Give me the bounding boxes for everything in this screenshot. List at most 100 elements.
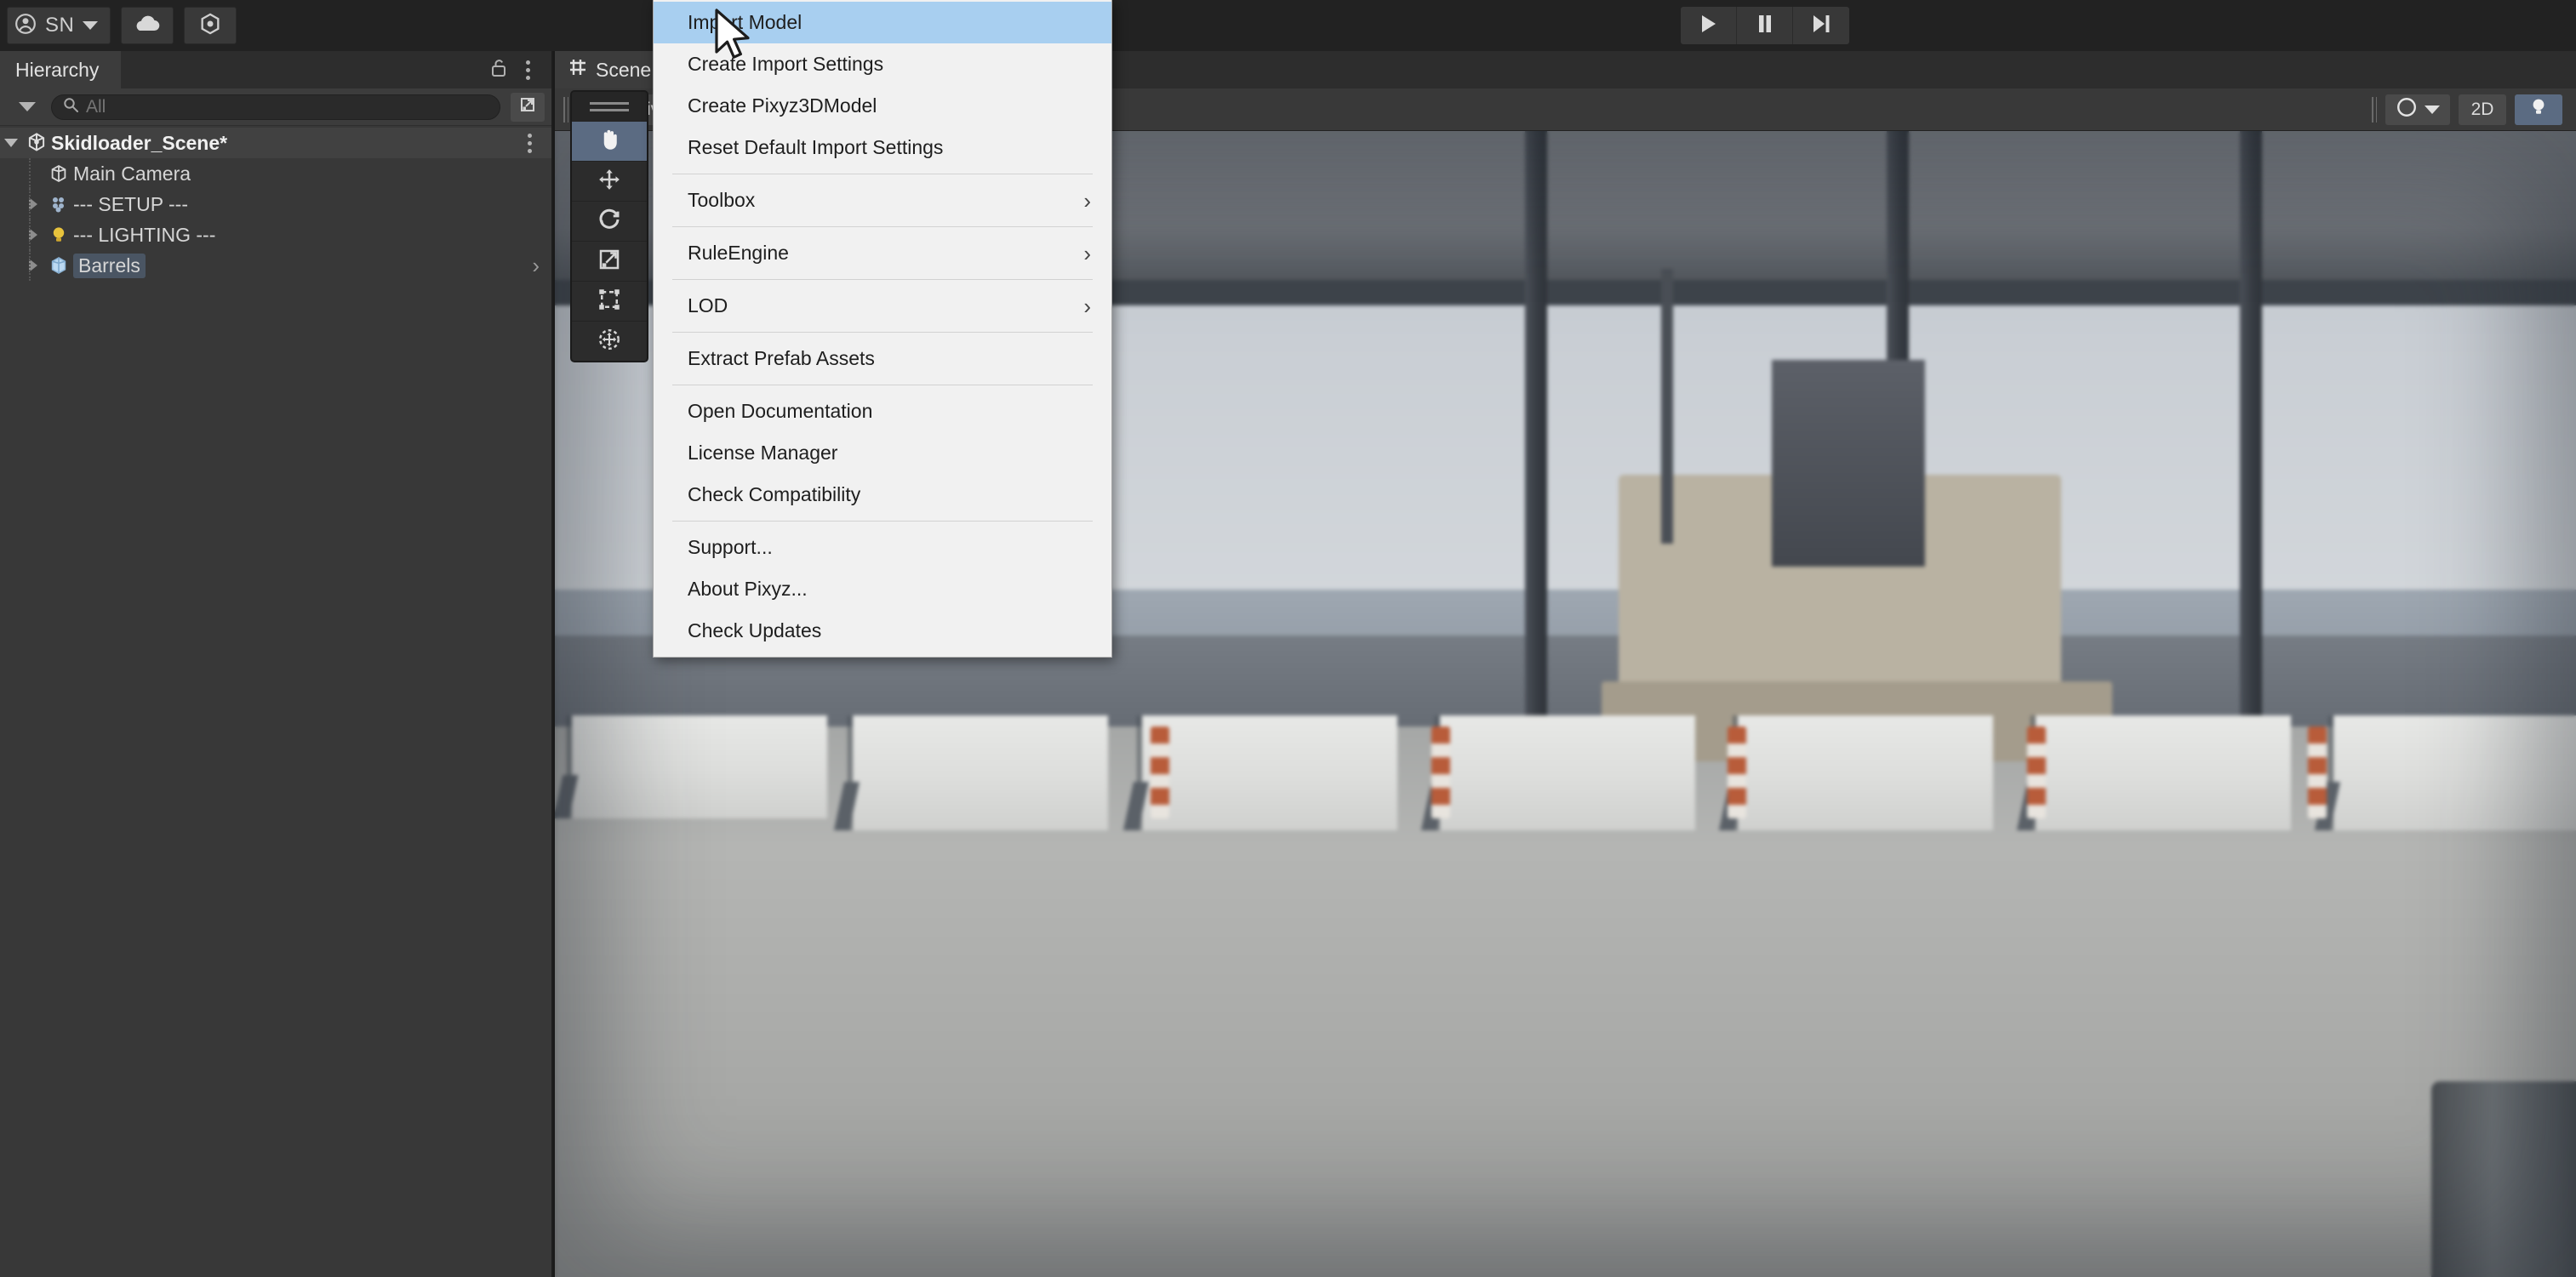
scene-toolbar-right-grip[interactable] (2372, 97, 2377, 123)
pixyz-dropdown-menu: Import Model Create Import Settings Crea… (653, 0, 1112, 658)
scene-traffic-cone (1728, 727, 1746, 818)
scale-tool-button[interactable] (572, 241, 647, 281)
hierarchy-popout-button[interactable] (511, 93, 545, 122)
package-settings-button[interactable] (184, 7, 237, 44)
step-button[interactable] (1793, 7, 1849, 44)
hierarchy-kebab-menu-icon[interactable] (519, 60, 536, 80)
scene-grid-icon (568, 58, 587, 82)
scene-barrier (853, 715, 1108, 830)
menu-item-label: About Pixyz... (688, 578, 808, 601)
shading-mode-dropdown[interactable] (2385, 94, 2450, 125)
menu-separator (672, 226, 1093, 227)
menu-item-reset-default-import-settings[interactable]: Reset Default Import Settings (654, 127, 1111, 168)
play-button[interactable] (1681, 7, 1737, 44)
gameobject-group-icon (44, 194, 73, 214)
menu-item-check-updates[interactable]: Check Updates (654, 610, 1111, 652)
menu-item-check-compatibility[interactable]: Check Compatibility (654, 474, 1111, 516)
menu-item-create-import-settings[interactable]: Create Import Settings (654, 43, 1111, 85)
top-toolbar: SN (0, 0, 2576, 51)
chevron-down-icon (83, 21, 98, 30)
tree-guide-line (29, 158, 31, 189)
tree-item-main-camera[interactable]: Main Camera (0, 158, 551, 189)
expand-collapse-toggle[interactable] (0, 139, 22, 147)
hierarchy-tree: Skidloader_Scene* Main Camera --- SETUP … (0, 126, 551, 281)
scene-row-kebab-menu-icon[interactable] (521, 134, 538, 153)
menu-item-label: License Manager (688, 442, 837, 465)
package-settings-icon (198, 12, 222, 40)
expand-collapse-toggle[interactable] (22, 228, 44, 242)
expand-collapse-toggle[interactable] (22, 259, 44, 272)
menu-item-support[interactable]: Support... (654, 527, 1111, 568)
unity-scene-icon (22, 132, 51, 154)
tree-item-barrels[interactable]: Barrels › (0, 250, 551, 281)
menu-separator (672, 279, 1093, 280)
scene-traffic-cone (1151, 727, 1169, 818)
menu-item-extract-prefab-assets[interactable]: Extract Prefab Assets (654, 338, 1111, 379)
search-field-wrapper[interactable] (51, 94, 500, 120)
menu-item-label: LOD (688, 294, 728, 317)
transform-tool-button[interactable] (572, 321, 647, 361)
search-input[interactable] (86, 97, 489, 117)
scene-loader-mast (1661, 269, 1673, 544)
menu-item-label: Extract Prefab Assets (688, 347, 875, 370)
pause-button[interactable] (1737, 7, 1793, 44)
tree-item-lighting[interactable]: --- LIGHTING --- (0, 219, 551, 250)
tab-hierarchy[interactable]: Hierarchy (0, 51, 121, 88)
scene-barrier (1440, 715, 1695, 830)
menu-item-ruleengine[interactable]: RuleEngine › (654, 232, 1111, 274)
menu-item-toolbox[interactable]: Toolbox › (654, 180, 1111, 221)
prefab-cube-icon (44, 255, 73, 276)
menu-separator (672, 332, 1093, 333)
tree-item-label: Main Camera (73, 162, 191, 185)
account-group: SN (7, 7, 237, 44)
tree-guide-line (29, 250, 31, 281)
scene-traffic-cone (2027, 727, 2046, 818)
scene-lighting-toggle[interactable] (2515, 94, 2562, 125)
chevron-down-icon (4, 139, 18, 147)
open-prefab-chevron-right-icon[interactable]: › (532, 254, 540, 276)
menu-item-label: Toolbox (688, 189, 755, 212)
unity-account-icon (14, 13, 37, 39)
scene-barrier (1142, 715, 1397, 830)
account-button[interactable]: SN (7, 7, 111, 44)
scene-barrel-drum (2431, 1081, 2576, 1277)
menu-item-label: Import Model (688, 11, 802, 34)
visibility-chevron-down-icon[interactable] (19, 102, 36, 111)
menu-item-license-manager[interactable]: License Manager (654, 432, 1111, 474)
submenu-chevron-right-icon: › (1083, 295, 1091, 317)
rect-tool-button[interactable] (572, 281, 647, 321)
menu-item-open-documentation[interactable]: Open Documentation (654, 391, 1111, 432)
play-icon (1699, 14, 1718, 38)
menu-separator (672, 521, 1093, 522)
scene-pillar (2240, 131, 2262, 795)
menu-item-label: Reset Default Import Settings (688, 136, 943, 159)
menu-item-label: Check Updates (688, 619, 821, 642)
scene-barrier (1738, 715, 1993, 830)
account-label: SN (45, 14, 74, 37)
rotate-icon (597, 207, 622, 237)
toolbar-grip[interactable] (563, 97, 568, 123)
tree-item-setup[interactable]: --- SETUP --- (0, 189, 551, 219)
move-tool-button[interactable] (572, 161, 647, 201)
view-hand-tool-button[interactable] (572, 121, 647, 161)
menu-item-about-pixyz[interactable]: About Pixyz... (654, 568, 1111, 610)
menu-item-import-model[interactable]: Import Model (654, 2, 1111, 43)
popout-icon (518, 95, 537, 118)
expand-collapse-toggle[interactable] (22, 197, 44, 211)
unlocked-padlock-icon[interactable] (490, 58, 507, 83)
tree-item-label: --- SETUP --- (73, 193, 188, 216)
light-bulb-icon (2528, 96, 2549, 123)
scene-traffic-cone (1431, 727, 1450, 818)
toggle-2d-button[interactable]: 2D (2459, 94, 2506, 125)
pause-icon (1756, 14, 1774, 38)
cloud-services-button[interactable] (121, 7, 174, 44)
menu-item-lod[interactable]: LOD › (654, 285, 1111, 327)
menu-item-label: Open Documentation (688, 400, 872, 423)
menu-item-create-pixyz3dmodel[interactable]: Create Pixyz3DModel (654, 85, 1111, 127)
tool-palette-drag-handle[interactable] (572, 92, 647, 121)
tree-item-scene-root[interactable]: Skidloader_Scene* (0, 128, 551, 158)
tree-item-label: Skidloader_Scene* (51, 132, 227, 155)
rotate-tool-button[interactable] (572, 201, 647, 241)
search-icon (62, 96, 79, 117)
gameobject-cube-icon (44, 163, 73, 184)
